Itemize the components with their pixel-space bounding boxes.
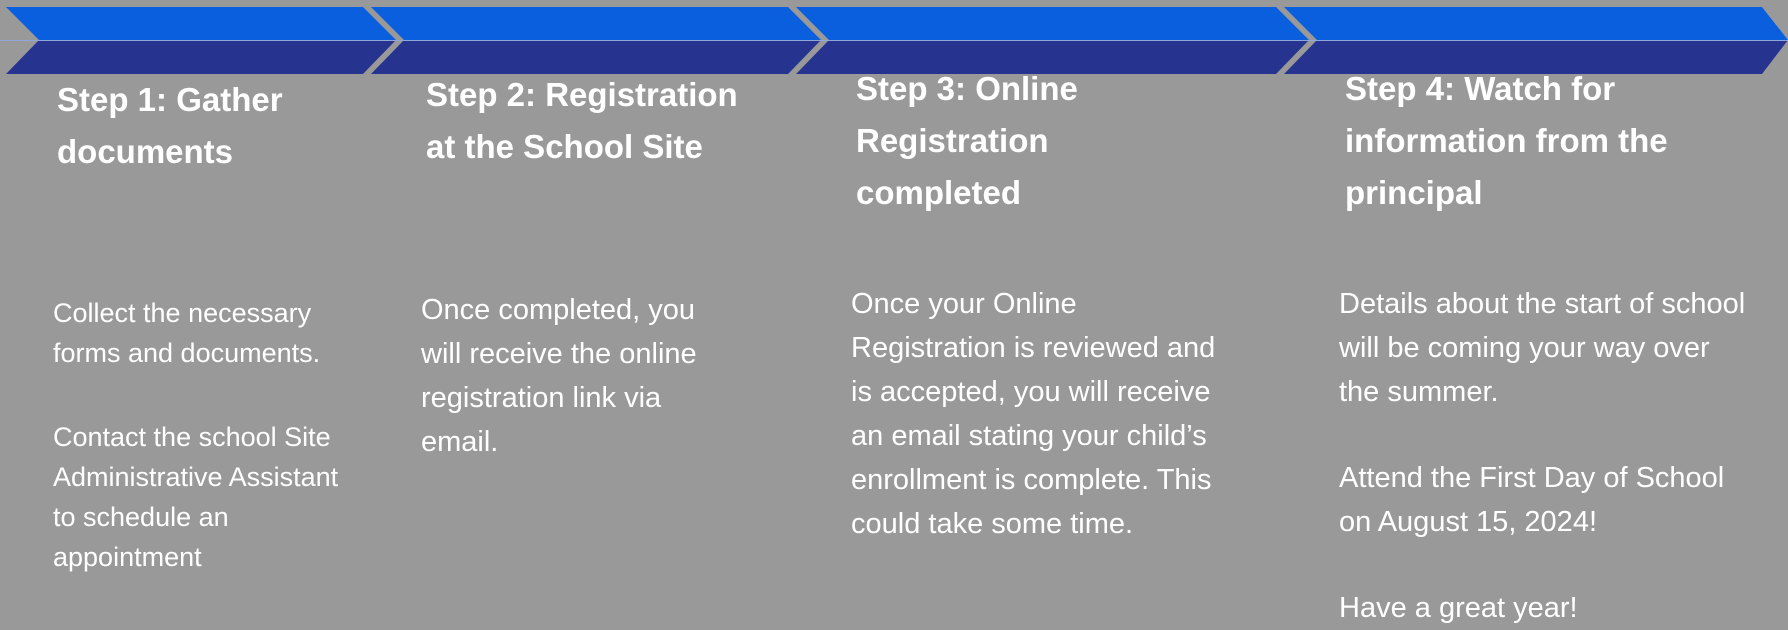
chevron-4-top xyxy=(1284,7,1788,40)
step-2-body: Once completed, you will receive the onl… xyxy=(421,288,736,464)
step-4-body: Details about the start of school will b… xyxy=(1339,282,1749,630)
chevron-2-top xyxy=(371,7,821,40)
step-1-paragraph-1: Collect the necessary forms and document… xyxy=(53,298,321,368)
step-2-title: Step 2: Registration at the School Site xyxy=(426,76,738,165)
chevron-1-top xyxy=(6,7,396,40)
step-1-title: Step 1: Gather documents xyxy=(57,81,283,170)
step-4-paragraph-3: Have a great year! xyxy=(1339,592,1578,624)
chevron-1-bottom xyxy=(6,40,396,74)
step-1-body: Collect the necessary forms and document… xyxy=(53,293,358,577)
step-1-paragraph-2: Contact the school Site Administrative A… xyxy=(53,422,354,572)
step-2-paragraph-1: Once completed, you will receive the onl… xyxy=(421,294,705,458)
step-4-paragraph-2: Attend the First Day of School on August… xyxy=(1339,462,1733,538)
chevron-3-top xyxy=(796,7,1309,40)
step-4-paragraph-1: Details about the start of school will b… xyxy=(1339,288,1754,408)
step-3-title: Step 3: Online Registration completed xyxy=(856,70,1078,211)
step-3-body: Once your Online Registration is reviewe… xyxy=(851,282,1236,546)
step-4-title: Step 4: Watch for information from the p… xyxy=(1345,70,1668,211)
step-3-paragraph-1: Once your Online Registration is reviewe… xyxy=(851,288,1224,540)
